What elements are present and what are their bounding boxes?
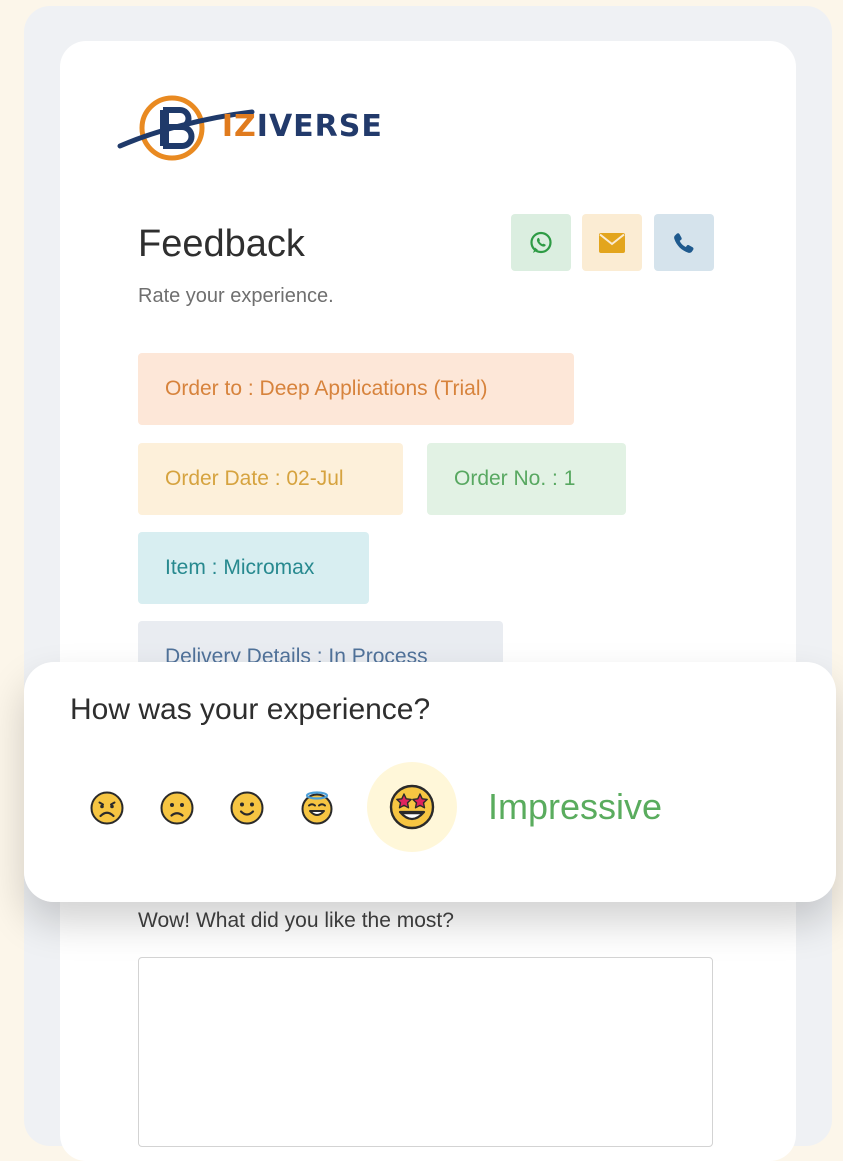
whatsapp-button[interactable] — [511, 214, 571, 271]
logo-middle: IZ — [221, 109, 257, 144]
star-struck-face-icon — [389, 784, 435, 830]
email-icon — [599, 232, 625, 253]
page-title: Feedback — [138, 223, 305, 265]
happy-face-icon — [301, 791, 333, 825]
order-date-chip: Order Date : 02-Jul — [138, 443, 403, 515]
logo-wordmark: BIZIVERSE — [198, 110, 383, 144]
rating-option-2[interactable] — [155, 786, 199, 830]
email-button[interactable] — [582, 214, 642, 271]
phone-icon — [674, 232, 694, 253]
rating-option-4[interactable] — [295, 786, 339, 830]
rating-option-5-selected[interactable] — [367, 762, 457, 852]
item-chip: Item : Micromax — [138, 532, 369, 604]
sad-face-icon — [160, 791, 194, 825]
rating-question: How was your experience? — [70, 693, 431, 726]
rating-option-3[interactable] — [225, 786, 269, 830]
very-sad-face-icon — [90, 791, 124, 825]
rating-option-1[interactable] — [85, 786, 129, 830]
order-to-chip: Order to : Deep Applications (Trial) — [138, 353, 574, 425]
selected-rating-label: Impressive — [488, 786, 663, 827]
followup-question: Wow! What did you like the most? — [138, 909, 454, 932]
page-subtitle: Rate your experience. — [138, 285, 334, 307]
logo-suffix: IVERSE — [256, 109, 383, 144]
logo-prefix: B — [198, 109, 222, 144]
smile-face-icon — [230, 791, 264, 825]
order-number-chip: Order No. : 1 — [427, 443, 626, 515]
phone-button[interactable] — [654, 214, 714, 271]
whatsapp-icon — [530, 231, 552, 253]
feedback-textarea[interactable] — [138, 957, 713, 1147]
